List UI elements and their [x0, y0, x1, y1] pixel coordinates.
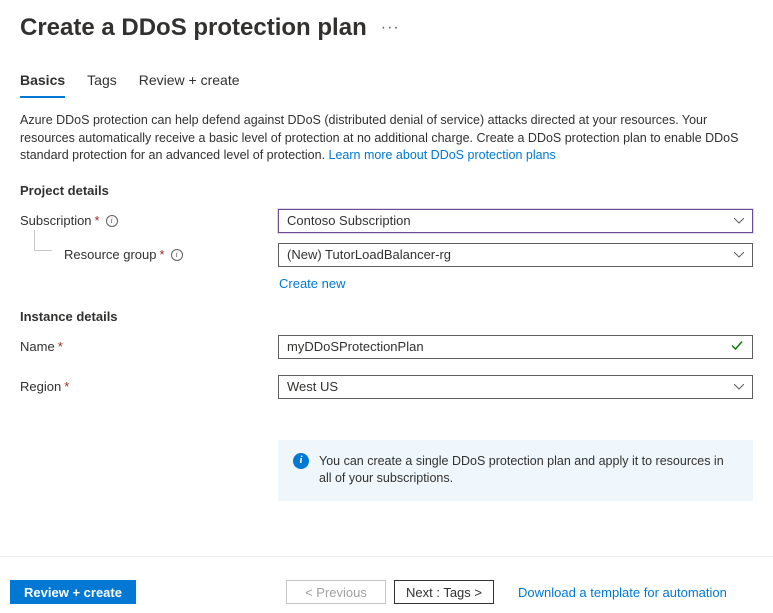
subscription-label: Subscription: [20, 213, 92, 228]
next-button[interactable]: Next : Tags >: [394, 580, 494, 604]
review-create-button[interactable]: Review + create: [10, 580, 136, 604]
tab-tags[interactable]: Tags: [87, 68, 117, 98]
resource-group-select[interactable]: (New) TutorLoadBalancer-rg: [278, 243, 753, 267]
resource-group-value: (New) TutorLoadBalancer-rg: [287, 247, 451, 262]
region-value: West US: [287, 379, 338, 394]
footer-divider: [0, 556, 773, 557]
info-icon-filled: i: [293, 453, 309, 469]
resource-group-label: Resource group: [64, 247, 157, 262]
name-input[interactable]: myDDoSProtectionPlan: [278, 335, 753, 359]
more-actions-icon[interactable]: ···: [381, 19, 400, 37]
info-banner-text: You can create a single DDoS protection …: [319, 453, 738, 488]
required-indicator: *: [95, 213, 100, 228]
page-title: Create a DDoS protection plan: [20, 14, 367, 42]
tree-connector: [24, 242, 60, 268]
chevron-down-icon: [734, 252, 744, 258]
create-new-link[interactable]: Create new: [278, 276, 753, 291]
subscription-select[interactable]: Contoso Subscription: [278, 209, 753, 233]
tab-bar: Basics Tags Review + create: [0, 48, 773, 98]
info-banner: i You can create a single DDoS protectio…: [278, 440, 753, 501]
previous-button[interactable]: < Previous: [286, 580, 386, 604]
info-icon[interactable]: i: [171, 249, 183, 261]
download-template-link[interactable]: Download a template for automation: [518, 585, 727, 600]
description-text: Azure DDoS protection can help defend ag…: [20, 112, 753, 165]
required-indicator: *: [58, 339, 63, 354]
region-select[interactable]: West US: [278, 375, 753, 399]
subscription-value: Contoso Subscription: [287, 213, 411, 228]
name-value: myDDoSProtectionPlan: [287, 339, 424, 354]
learn-more-link[interactable]: Learn more about DDoS protection plans: [329, 148, 556, 162]
name-label: Name: [20, 339, 55, 354]
tab-basics[interactable]: Basics: [20, 68, 65, 98]
section-project-details: Project details: [20, 183, 753, 198]
section-instance-details: Instance details: [20, 309, 753, 324]
required-indicator: *: [160, 247, 165, 262]
chevron-down-icon: [734, 218, 744, 224]
footer: Review + create < Previous Next : Tags >…: [0, 571, 773, 613]
region-label: Region: [20, 379, 61, 394]
chevron-down-icon: [734, 384, 744, 390]
info-icon[interactable]: i: [106, 215, 118, 227]
tab-review-create[interactable]: Review + create: [139, 68, 240, 98]
validation-check-icon: [730, 338, 744, 355]
required-indicator: *: [64, 379, 69, 394]
